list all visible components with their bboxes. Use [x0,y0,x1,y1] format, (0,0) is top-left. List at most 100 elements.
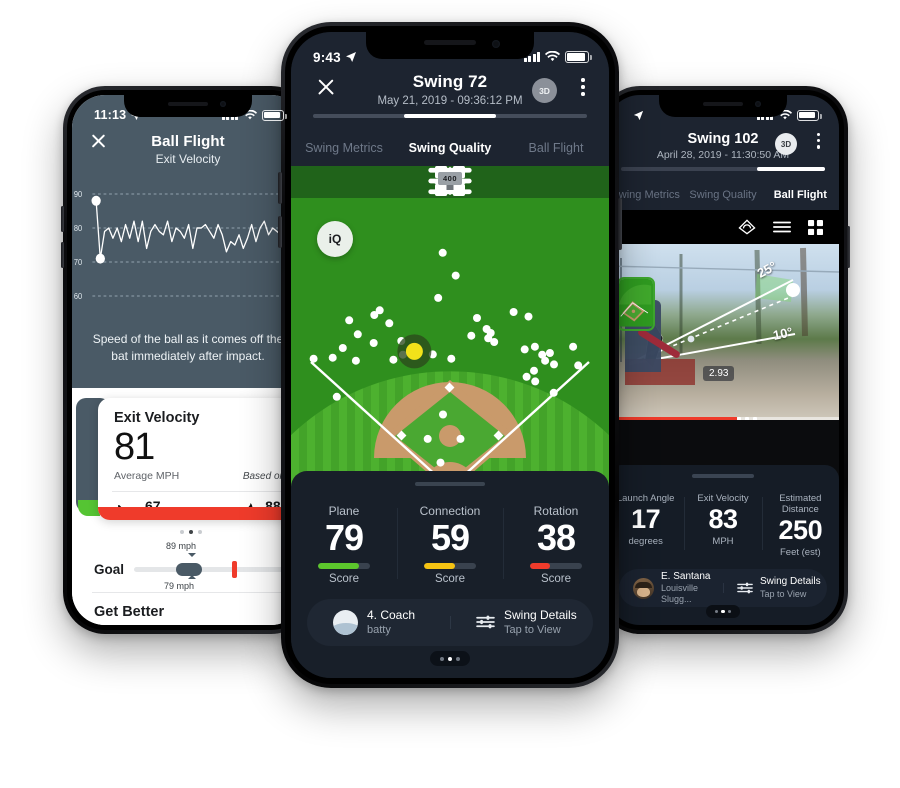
video-scrubber[interactable] [607,417,839,420]
score-bar-track [530,563,582,570]
card-pagination-dots[interactable] [180,530,202,534]
tab-ball-flight[interactable]: Ball Flight [503,141,609,155]
video-progress [607,417,737,420]
location-arrow-icon [633,110,644,120]
coach-info[interactable]: 4. Coach batty [307,608,450,638]
score-bar-fill [424,563,455,570]
power-button[interactable] [847,226,850,268]
exit-velocity-card[interactable]: Exit Velocity 81 Average MPH Based on 50… [98,398,304,520]
swing-details-sub: Tap to View [504,624,561,637]
left-ball-flight-panel: Ball Flight Exit Velocity 90 80 70 60 Sp… [72,95,304,388]
get-better-heading[interactable]: Get Better [94,604,164,620]
close-icon[interactable] [315,76,337,98]
iq-badge[interactable]: iQ [317,221,353,257]
right-page-title: Swing 102 [687,131,759,147]
kebab-menu-icon[interactable] [581,78,585,100]
metric-value: 250 [778,515,823,545]
spray-chart-field[interactable]: 400 iQ [291,166,609,500]
battery-icon [797,109,822,121]
tab-swing-quality[interactable]: Swing Quality [684,189,761,201]
right-tab-indicator [621,167,825,171]
metric-unit: MPH [712,535,734,547]
score-value: 59 [430,517,470,558]
center-tabs: Swing Metrics Swing Quality Ball Flight [291,137,609,166]
left-phone-notch [124,95,252,117]
metric-label: Exit Velocity [697,493,749,504]
avatar [333,609,358,635]
score-value: 79 [324,517,364,558]
center-tab-indicator [313,114,587,118]
swing-details-button[interactable]: Swing Details Tap to View [450,608,593,638]
swing-details-button[interactable]: Swing Details Tap to View [723,576,827,600]
volume-up-button[interactable] [61,206,64,232]
center-status-time: 9:43 [313,49,341,65]
metric-exit-velocity: Exit Velocity 83 MPH [684,493,761,558]
power-button[interactable] [618,198,622,250]
svg-text:90: 90 [74,190,82,199]
svg-text:80: 80 [74,224,82,233]
tab-swing-quality[interactable]: Swing Quality [397,141,503,155]
left-status-time: 11:13 [94,108,127,122]
center-page-title: Swing 72 [412,72,488,91]
video-keyframe-markers[interactable] [736,417,757,420]
card-stack-peek-green-bar [78,500,100,516]
metric-label: Estimated Distance [779,493,822,515]
volume-down-button[interactable] [278,216,282,248]
earpiece-speaker [703,102,743,106]
earpiece-speaker [424,40,476,45]
3d-toggle-button[interactable]: 3D [532,78,557,103]
score-value: 38 [536,517,576,558]
center-page-dots[interactable] [430,651,470,666]
tab-swing-metrics[interactable]: Swing Metrics [291,141,397,155]
card-value: 81 [114,426,155,468]
score-bar-track [318,563,370,570]
right-phone-notch [659,95,787,117]
metric-estimated-distance: Estimated Distance 250 Feet (est) [761,493,839,558]
right-page-subtitle: April 28, 2019 - 11:30:50 AM [656,149,790,161]
field-thumbnail[interactable] [617,277,655,331]
right-toolbar [607,210,839,244]
sheet-grab-handle[interactable] [692,474,754,478]
close-icon[interactable] [88,131,108,151]
wifi-icon [545,51,560,62]
kebab-menu-icon[interactable] [817,133,821,152]
list-view-icon[interactable] [773,220,791,234]
battery-icon [262,109,287,121]
svg-text:60: 60 [74,292,82,301]
scores-row: Plane 79 Score Connection 59 Score Rotat… [291,471,609,585]
earpiece-speaker [168,102,208,106]
tab-ball-flight[interactable]: Ball Flight [762,189,839,201]
grid-view-icon[interactable] [808,219,823,235]
right-phone-device: Swing 102 April 28, 2019 - 11:30:50 AM 3… [598,86,850,634]
front-camera-icon [755,101,761,107]
center-phone-device: 9:43 Swing 72 May 21, 2019 - 09:36:12 PM… [278,22,622,688]
player-name: E. Santana [661,570,711,582]
metric-value: 83 [708,504,738,534]
score-bar-fill [318,563,360,570]
goal-row: Goal 89 mph 79 mph [72,541,304,592]
3d-toggle-button[interactable]: 3D [775,133,797,155]
field-view-icon[interactable] [738,219,756,235]
card-title: Exit Velocity [114,410,200,426]
sheet-grab-handle[interactable] [415,482,485,486]
coach-text: 4. Coach batty [367,608,415,638]
screenshot-stage: 11:13 Ball Flight Exit Velocity 90 80 70… [0,0,900,788]
swing-video-player[interactable]: 25° 10° 2.93 [607,244,839,420]
goal-top-value: 89 mph [166,540,197,557]
front-camera-icon [220,101,226,107]
center-status-right [523,51,592,63]
score-label: Plane [328,504,360,518]
player-info[interactable]: E. Santana Louisville Slugg... [619,571,723,606]
volume-down-button[interactable] [61,242,64,268]
field-thumbnail-graphic [619,279,653,327]
swing-details-title: Swing Details [760,576,821,588]
right-page-dots[interactable] [706,605,740,618]
left-phone-screen: 11:13 Ball Flight Exit Velocity 90 80 70… [72,95,304,625]
swing-details-title: Swing Details [504,607,577,622]
player-text: E. Santana Louisville Slugg... [661,571,723,606]
spray-chart-graphic [291,166,609,500]
right-phone-screen: Swing 102 April 28, 2019 - 11:30:50 AM 3… [607,95,839,625]
right-metrics-sheet: Launch Angle 17 degrees Exit Velocity 83… [607,465,839,625]
goal-slider[interactable]: 89 mph 79 mph [134,541,298,591]
volume-up-button[interactable] [278,172,282,204]
